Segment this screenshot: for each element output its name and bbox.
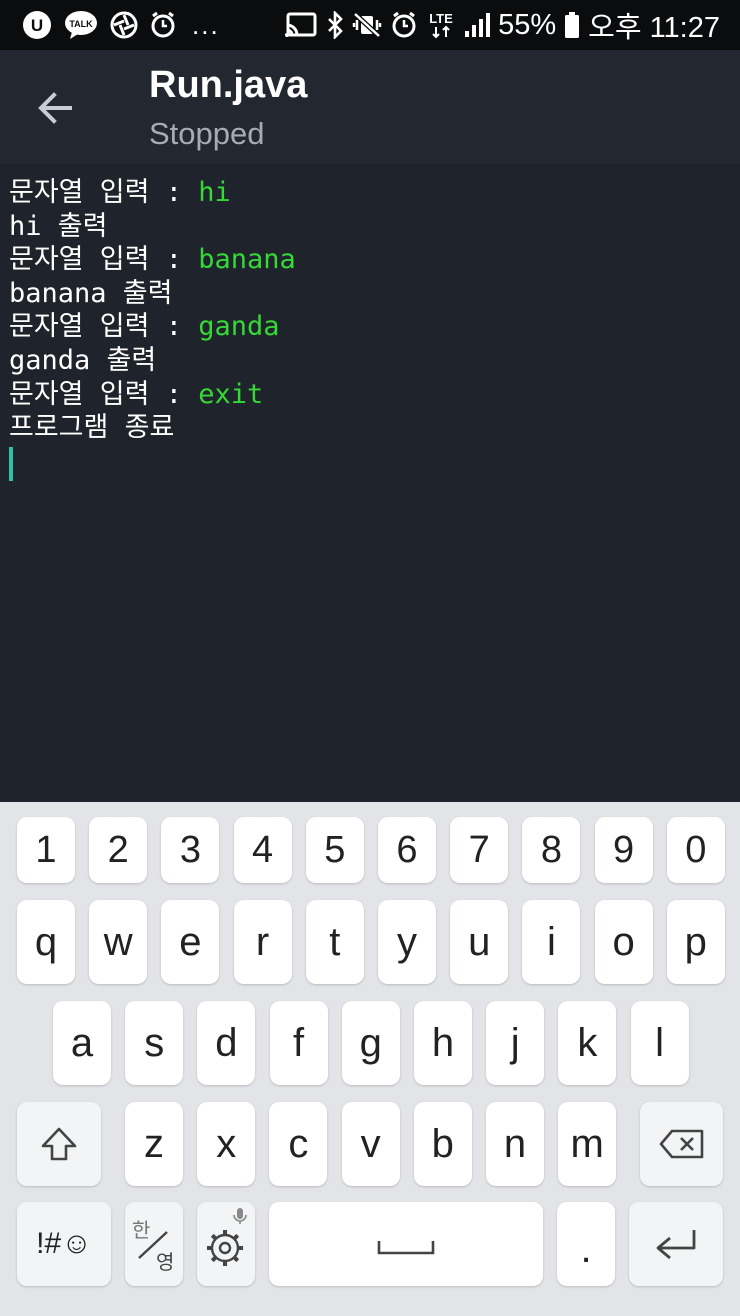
- key-n[interactable]: n: [486, 1102, 544, 1186]
- cast-icon: [284, 11, 318, 39]
- console-line: 문자열 입력 : hi: [9, 176, 296, 210]
- key-y[interactable]: y: [378, 900, 436, 984]
- key-p[interactable]: p: [666, 900, 725, 984]
- console-user-input: exit: [198, 378, 264, 410]
- enter-key[interactable]: [629, 1202, 723, 1286]
- key-i[interactable]: i: [522, 900, 581, 984]
- key-w[interactable]: w: [89, 900, 148, 984]
- enter-icon: [656, 1230, 696, 1260]
- key-o[interactable]: o: [594, 900, 653, 984]
- key-d[interactable]: d: [197, 1001, 256, 1085]
- back-button[interactable]: [28, 80, 84, 136]
- key-4[interactable]: 4: [233, 817, 292, 883]
- key-e[interactable]: e: [161, 900, 220, 984]
- language-toggle-key[interactable]: 한영: [125, 1202, 183, 1286]
- kakaotalk-label: TALK: [69, 19, 93, 29]
- key-m[interactable]: m: [558, 1102, 617, 1186]
- key-v[interactable]: v: [341, 1102, 400, 1186]
- network-type: LTE: [429, 11, 453, 26]
- key-8[interactable]: 8: [522, 817, 581, 883]
- space-bar-icon: [377, 1241, 435, 1255]
- console-line: ganda 출력: [9, 344, 157, 376]
- key-c[interactable]: c: [269, 1102, 328, 1186]
- kakaotalk-icon: TALK: [64, 10, 98, 40]
- console-prompt: 문자열 입력 :: [9, 378, 199, 410]
- run-status: Stopped: [149, 116, 265, 151]
- key-1[interactable]: 1: [17, 817, 75, 883]
- key-h[interactable]: h: [414, 1001, 472, 1085]
- key-k[interactable]: k: [558, 1001, 617, 1085]
- svg-text:U: U: [31, 16, 43, 35]
- key-9[interactable]: 9: [594, 817, 653, 883]
- key-t[interactable]: t: [305, 900, 364, 984]
- text-cursor: [9, 446, 13, 481]
- key-j[interactable]: j: [486, 1001, 545, 1085]
- space-key[interactable]: [269, 1202, 543, 1286]
- page-title: Run.java: [149, 64, 308, 106]
- console-line: 문자열 입력 : exit: [9, 378, 296, 412]
- shift-key[interactable]: [17, 1102, 101, 1186]
- key-u[interactable]: u: [450, 900, 509, 984]
- key-g[interactable]: g: [341, 1001, 400, 1085]
- symbols-key[interactable]: !#☺: [17, 1202, 111, 1286]
- console-user-input: ganda: [198, 311, 280, 343]
- console-user-input: hi: [198, 177, 231, 208]
- console-line: 문자열 입력 : ganda: [9, 310, 296, 344]
- key-s[interactable]: s: [125, 1001, 184, 1085]
- camera-aperture-icon: [110, 11, 138, 39]
- key-3[interactable]: 3: [161, 817, 220, 883]
- keyboard: 1 2 3 4 5 6 7 8 9 0 q w e r t y u i o p a s d f g h j k l z x c v b n m !#☺ 한…: [0, 802, 740, 1316]
- alarm-icon: [390, 11, 418, 39]
- console-line: hi 출력: [9, 210, 108, 242]
- status-bar: U TALK ... LTE 55% 오후 11:27: [0, 0, 740, 50]
- battery-percent: 55%: [498, 8, 557, 41]
- console-line: banana 출력: [9, 277, 173, 309]
- microphone-icon: [233, 1208, 247, 1224]
- key-b[interactable]: b: [413, 1102, 472, 1186]
- key-7[interactable]: 7: [450, 817, 509, 883]
- gear-icon: [207, 1208, 247, 1266]
- console-line: 프로그램 종료: [9, 412, 175, 444]
- symbols-label: !#☺: [36, 1227, 92, 1260]
- console-line: 문자열 입력 : banana: [9, 243, 296, 277]
- signal-strength-icon: [464, 11, 491, 39]
- backspace-key[interactable]: [640, 1102, 723, 1186]
- key-f[interactable]: f: [269, 1001, 328, 1085]
- shift-icon: [41, 1127, 77, 1161]
- clock: 오후 11:27: [588, 12, 720, 44]
- period-key[interactable]: .: [557, 1202, 615, 1286]
- notification-overflow: ...: [192, 9, 220, 40]
- battery-icon: [564, 11, 580, 39]
- lte-icon: LTE: [426, 10, 456, 40]
- key-0[interactable]: 0: [666, 817, 725, 883]
- key-z[interactable]: z: [125, 1102, 183, 1186]
- console-prompt: 문자열 입력 :: [9, 244, 199, 276]
- console-prompt: 문자열 입력 :: [9, 177, 199, 208]
- vibrate-mute-icon: [352, 11, 382, 39]
- key-6[interactable]: 6: [378, 817, 436, 883]
- lang-english-label: 영: [156, 1252, 175, 1274]
- settings-key[interactable]: [197, 1202, 255, 1286]
- app-bar: Run.java Stopped: [0, 50, 740, 164]
- backspace-icon: [659, 1129, 703, 1159]
- bluetooth-icon: [326, 11, 344, 39]
- console-prompt: 문자열 입력 :: [9, 311, 199, 343]
- key-q[interactable]: q: [17, 900, 75, 984]
- key-r[interactable]: r: [233, 900, 292, 984]
- key-x[interactable]: x: [197, 1102, 256, 1186]
- alarm-icon: [150, 11, 176, 39]
- key-a[interactable]: a: [53, 1001, 111, 1085]
- u-plus-icon: U: [22, 10, 52, 40]
- key-5[interactable]: 5: [305, 817, 364, 883]
- key-l[interactable]: l: [630, 1001, 689, 1085]
- arrow-left-icon: [38, 92, 72, 124]
- console-lines: 문자열 입력 : hi hi 출력 문자열 입력 : banana banana 출력…: [9, 176, 296, 481]
- key-2[interactable]: 2: [89, 817, 148, 883]
- console-user-input: banana: [198, 244, 296, 276]
- console-output[interactable]: 문자열 입력 : hi hi 출력 문자열 입력 : banana banana 출력…: [0, 164, 740, 802]
